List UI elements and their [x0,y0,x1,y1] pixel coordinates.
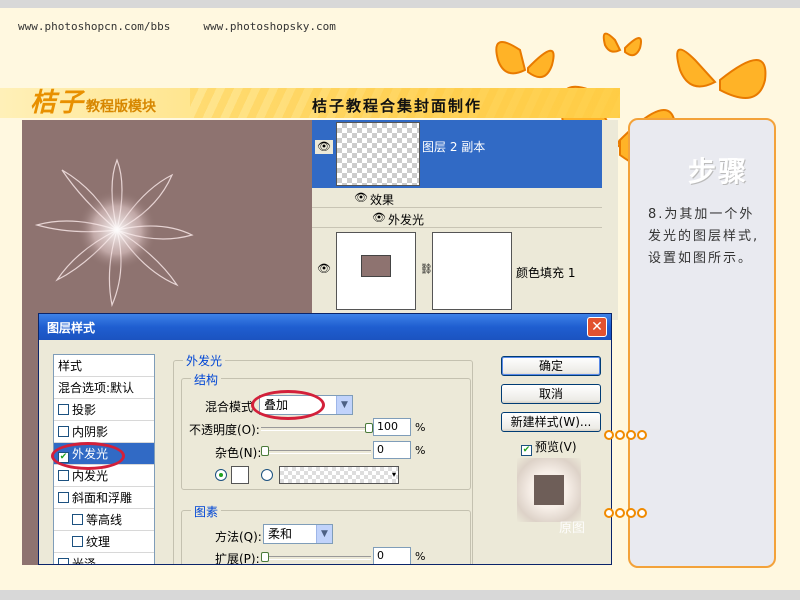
percent-sign: % [415,421,426,434]
technique-label: 方法(Q): [215,530,262,544]
new-style-button[interactable]: 新建样式(W)... [501,412,601,432]
technique-value: 柔和 [268,527,293,541]
layers-panel: 👁 图层 2 副本 👁 效果 👁 外发光 👁 ⛓ 颜色填充 1 [312,120,618,320]
percent-sign: % [415,444,426,457]
blend-options-item[interactable]: 混合选项:默认 [54,377,154,399]
chevron-down-icon[interactable]: ▾ [389,466,399,484]
style-item-bevel-emboss[interactable]: 斜面和浮雕 [54,487,154,509]
highlight-ellipse [51,442,125,470]
layer-style-dialog: 图层样式 ✕ 样式 混合选项:默认 投影 内阴影 ✔ 外发光 内发光 斜面和浮雕 … [38,313,612,565]
binder-ring [604,507,648,521]
outer-glow-effect-label: 外发光 [388,213,425,227]
watermark: 原图 [559,521,586,536]
checkbox-checked[interactable]: ✔ [521,445,532,456]
style-item-texture[interactable]: 纹理 [54,531,154,553]
slider-thumb[interactable] [365,423,373,433]
blend-mode-label: 混合模式 [205,400,254,414]
eye-icon[interactable]: 👁 [315,140,333,154]
eye-icon[interactable]: 👁 [315,262,333,276]
layer-thumbnail [336,122,420,186]
page-title: 桔子教程合集封面制作 [312,97,483,115]
spread-input[interactable]: 0 [373,547,411,564]
slider-thumb[interactable] [261,552,269,562]
dialog-titlebar[interactable]: 图层样式 ✕ [39,314,611,340]
noise-input[interactable]: 0 [373,441,411,459]
gradient-picker[interactable] [279,466,399,484]
binder-ring [604,429,648,443]
style-label: 纹理 [86,535,111,549]
styles-header[interactable]: 样式 [54,355,154,377]
noise-slider[interactable] [261,446,371,456]
elements-label: 图素 [191,503,222,520]
style-item-drop-shadow[interactable]: 投影 [54,399,154,421]
effects-row[interactable]: 👁 效果 [312,188,602,208]
style-label: 内发光 [72,469,109,483]
style-item-satin[interactable]: 光泽 [54,553,154,565]
layer-name: 图层 2 副本 [422,140,486,154]
footer-border [0,590,800,600]
opacity-slider[interactable] [261,423,373,433]
technique-select[interactable]: 柔和 ▼ [263,524,333,544]
style-label: 等高线 [86,513,123,527]
checkbox[interactable] [58,492,69,503]
dialog-title: 图层样式 [47,321,96,335]
spread-label: 扩展(P): [215,552,260,565]
eye-icon[interactable]: 👁 [352,191,370,205]
close-button[interactable]: ✕ [587,317,607,337]
style-item-inner-shadow[interactable]: 内阴影 [54,421,154,443]
spread-slider[interactable] [261,552,371,562]
noise-label: 杂色(N): [215,446,262,460]
top-border [0,0,800,8]
brand-subtitle: 教程版模块 [86,99,156,115]
step-title: 步骤 [688,155,749,188]
preview-swatch [517,458,581,522]
opacity-input[interactable]: 100 [373,418,411,436]
style-label: 投影 [72,403,97,417]
outer-glow-row[interactable]: 👁 外发光 [312,208,602,228]
flower-artwork [34,158,194,308]
site-urls: www.photoshopcn.com/bbs www.photoshopsky… [18,20,336,33]
layer-mask-thumbnail [432,232,512,310]
structure-label: 结构 [191,371,222,388]
brand-logo: 桔子 [30,88,85,118]
layer-row-fill[interactable]: 👁 ⛓ 颜色填充 1 [312,228,602,320]
preview-thumbnail [534,475,564,505]
style-label: 斜面和浮雕 [72,491,133,505]
preview-checkbox-row[interactable]: ✔ 预览(V) [521,438,577,456]
style-label: 内阴影 [72,425,109,439]
step-description: 8.为其加一个外发光的图层样式,设置如图所示。 [648,207,760,266]
gradient-radio[interactable] [261,469,273,481]
preview-label: 预览(V) [535,440,577,454]
cancel-button[interactable]: 取消 [501,384,601,404]
checkbox[interactable] [58,558,69,564]
checkbox[interactable] [58,404,69,415]
glow-color-swatch[interactable] [231,466,249,484]
checkbox[interactable] [58,470,69,481]
chevron-down-icon[interactable]: ▼ [316,525,332,543]
eye-icon[interactable]: 👁 [370,211,388,225]
chevron-down-icon[interactable]: ▼ [336,396,352,414]
fill-thumbnail [336,232,416,310]
effects-label: 效果 [370,193,395,207]
solid-color-radio[interactable] [215,469,227,481]
style-item-contour[interactable]: 等高线 [54,509,154,531]
link-icon: ⛓ [420,264,433,275]
opacity-label: 不透明度(O): [189,423,260,437]
slider-thumb[interactable] [261,446,269,456]
fill-color-swatch [361,255,391,277]
layer-name: 颜色填充 1 [516,266,576,280]
ok-button[interactable]: 确定 [501,356,601,376]
checkbox[interactable] [72,536,83,547]
checkbox[interactable] [72,514,83,525]
layer-row-copy[interactable]: 👁 图层 2 副本 [312,120,602,188]
percent-sign: % [415,550,426,563]
highlight-ellipse [251,390,325,420]
section-title: 外发光 [183,352,226,369]
style-label: 光泽 [72,557,97,565]
checkbox[interactable] [58,426,69,437]
